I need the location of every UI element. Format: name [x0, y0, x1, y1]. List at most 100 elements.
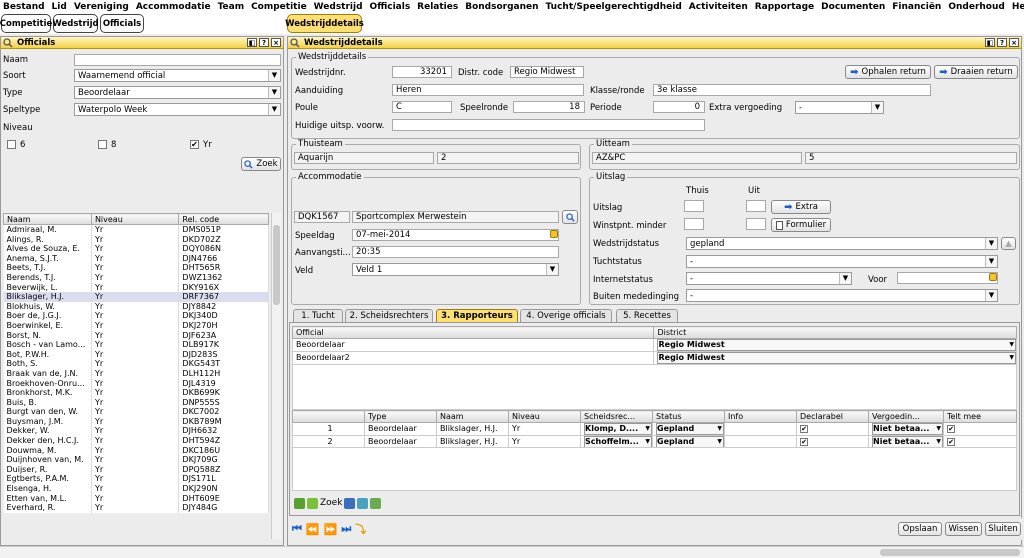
soort-select[interactable]: Waarnemend official — [74, 69, 281, 82]
winstpnt-thuis-field[interactable] — [684, 218, 704, 230]
table-row[interactable]: Blokhuis, W. Yr DJY8842 — [3, 301, 269, 312]
table-row[interactable]: Boer de, J.G.J. Yr DKJ340D — [3, 311, 269, 321]
column-header[interactable]: Declarabel — [796, 410, 869, 423]
last-record-icon[interactable]: ⏭ — [341, 522, 351, 536]
speelronde-field[interactable]: 18 — [513, 101, 585, 113]
menu-item-financi-n[interactable]: Financiën — [892, 2, 941, 12]
table-row[interactable]: Duijser, R. Yr DPQ588Z — [3, 464, 269, 475]
periode-field[interactable]: 0 — [653, 101, 705, 113]
table-row[interactable]: Blikslager, H.J. Yr DRF7367 — [3, 292, 269, 302]
sluiten-button[interactable]: Sluiten — [985, 522, 1021, 536]
column-header[interactable]: Telt mee — [943, 410, 1017, 423]
subtab-2[interactable]: 2. Scheidsrechters — [345, 309, 433, 322]
table-row[interactable]: Duijnhoven van, M. Yr DKJ709G — [3, 455, 269, 465]
first-record-icon[interactable]: ⏮ — [292, 522, 302, 536]
district-field[interactable]: Regio Midwest — [510, 66, 584, 78]
save-icon[interactable] — [344, 497, 356, 509]
menu-item-relaties[interactable]: Relaties — [417, 2, 458, 12]
aanduiding-field[interactable]: Heren — [392, 84, 584, 96]
subtab-4[interactable]: 4. Overige officials — [520, 309, 612, 322]
tuchtstatus-select[interactable]: - — [686, 255, 998, 268]
officials-scrollbar[interactable] — [271, 213, 281, 539]
wissen-button[interactable]: Wissen — [945, 522, 982, 536]
opslaan-button[interactable]: Opslaan — [898, 522, 942, 536]
cell-select[interactable]: Gepland — [656, 423, 724, 435]
menu-item-wedstrijd[interactable]: Wedstrijd — [314, 2, 363, 12]
table-row[interactable]: Dekker den, H.C.J. Yr DHT594Z — [3, 436, 269, 446]
menu-item-rapportage[interactable]: Rapportage — [755, 2, 814, 12]
menu-item-activiteiten[interactable]: Activiteiten — [689, 2, 748, 12]
triangle-up-icon[interactable]: ▲ — [1001, 237, 1016, 250]
uitteam-name-field[interactable]: AZ&PC — [592, 152, 802, 164]
column-header[interactable]: Naam — [436, 410, 509, 423]
menu-item-bestand[interactable]: Bestand — [3, 2, 45, 12]
table-row[interactable]: Bosch - van Lamo... Yr DLB917K — [3, 340, 269, 350]
table-row[interactable]: Both, S. Yr DKG543T — [3, 359, 269, 369]
uitslag-uit-field[interactable] — [746, 200, 766, 212]
table-row[interactable]: Buis, B. Yr DNP555S — [3, 397, 269, 408]
restore-icon[interactable]: ◧ — [985, 38, 995, 47]
table-row[interactable]: Buysman, J.M. Yr DKB789M — [3, 416, 269, 427]
help-icon[interactable]: ? — [997, 38, 1007, 47]
extra-vergoeding-select[interactable]: - — [795, 101, 884, 114]
accommodatie-name-field[interactable]: Sportcomplex Merwestein — [352, 211, 559, 223]
search-icon[interactable] — [307, 497, 318, 509]
checkbox-checked[interactable]: ✔ — [800, 425, 808, 433]
table-row[interactable]: Boerwinkel, E. Yr DKJ270H — [3, 320, 269, 331]
close-icon[interactable]: × — [1009, 38, 1019, 47]
add-icon[interactable] — [294, 497, 305, 509]
window-tab-competitie[interactable]: Competitie — [0, 14, 52, 33]
table-row[interactable]: Elsenga, H. Yr DKJ290N — [3, 484, 269, 494]
klasse-field[interactable]: 3e klasse — [653, 84, 931, 96]
table-row[interactable]: Anema, S.J.T. Yr DJN4766 — [3, 253, 269, 264]
window-tab-wedstrijddetails[interactable]: Wedstrijddetails — [285, 14, 364, 33]
help-icon[interactable]: ? — [259, 38, 269, 47]
checkbox-checked[interactable]: ✔ — [800, 438, 808, 446]
zoek-button[interactable]: Zoek — [241, 157, 281, 171]
table-row[interactable]: Burgt van den, W. Yr DKC7002 — [3, 407, 269, 417]
menu-item-team[interactable]: Team — [218, 2, 245, 12]
subtab-5[interactable]: 5. Recettes — [616, 309, 678, 322]
menu-item-onderhoud[interactable]: Onderhoud — [948, 2, 1004, 12]
speeldag-field[interactable]: 07-mei-2014 — [352, 229, 559, 241]
scrollbar-thumb[interactable] — [273, 225, 280, 305]
column-header[interactable]: Rel. code — [178, 213, 269, 225]
extra-button[interactable]: ➡ Extra — [771, 200, 831, 214]
checkbox-checked[interactable]: ✔ — [947, 438, 955, 446]
close-icon[interactable]: × — [271, 38, 281, 47]
table-row[interactable]: Bot, P.W.H. Yr DJD283S — [3, 349, 269, 360]
window-tab-wedstrijd[interactable]: Wedstrijd — [52, 14, 99, 33]
district-select[interactable]: Regio Midwest — [657, 339, 1016, 351]
table-row[interactable]: Egtberts, P.A.M. Yr DJS171L — [3, 474, 269, 485]
column-header[interactable]: Official — [291, 326, 655, 339]
menu-item-accommodatie[interactable]: Accommodatie — [136, 2, 211, 12]
column-header[interactable]: Scheidsrec... — [580, 410, 653, 423]
horizontal-scrollbar-thumb[interactable] — [880, 549, 1020, 556]
niveau-6-checkbox[interactable] — [7, 140, 16, 149]
column-header[interactable]: Info — [724, 410, 797, 423]
calendar-icon[interactable] — [989, 273, 997, 281]
horizontal-scrollbar[interactable] — [0, 546, 1024, 558]
uitteam-nr-field[interactable]: 5 — [805, 152, 1017, 164]
formulier-button[interactable]: Formulier — [771, 218, 831, 232]
export-icon[interactable] — [370, 497, 382, 509]
subtab-1[interactable]: 1. Tucht — [293, 309, 343, 322]
winstpnt-uit-field[interactable] — [746, 218, 766, 230]
buiten-mededinging-select[interactable]: - — [686, 289, 998, 302]
niveau-8-checkbox[interactable] — [98, 140, 107, 149]
poule-field[interactable]: C — [392, 101, 452, 113]
goto-icon[interactable]: ⤵ — [355, 521, 366, 537]
column-header[interactable]: Vergoedin... — [868, 410, 944, 423]
column-header[interactable]: Status — [652, 410, 725, 423]
table-row[interactable]: Douwma, M. Yr DKC186U — [3, 445, 269, 456]
column-header[interactable]: Naam — [3, 213, 92, 225]
table-row[interactable]: Borst, N. Yr DJF623A — [3, 330, 269, 341]
internetstatus-select[interactable]: - — [686, 272, 852, 285]
speltype-select[interactable]: Waterpolo Week — [74, 103, 281, 116]
thuisteam-name-field[interactable]: Aquarijn — [294, 152, 434, 164]
table-row[interactable]: Braak van de, J.N. Yr DLH112H — [3, 368, 269, 379]
menu-item-documenten[interactable]: Documenten — [821, 2, 885, 12]
district-cell[interactable]: Regio Midwest — [653, 351, 1017, 365]
column-header[interactable]: District — [653, 326, 1017, 339]
uitslag-thuis-field[interactable] — [684, 200, 704, 212]
